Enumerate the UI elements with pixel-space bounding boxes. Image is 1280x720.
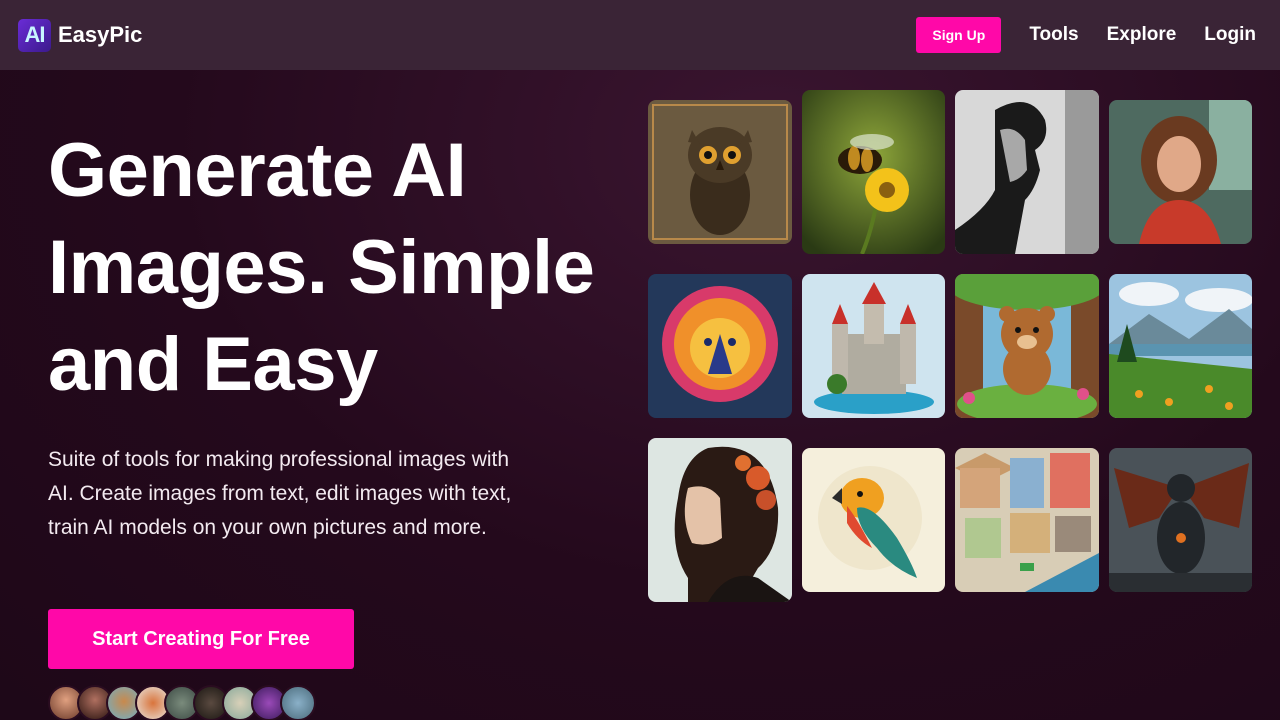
parrot-image[interactable] xyxy=(802,448,945,592)
avatar xyxy=(280,685,316,720)
hero-title-line: and Easy xyxy=(48,322,378,407)
bear-icon xyxy=(955,274,1099,418)
navbar: AI EasyPic Sign Up Tools Explore Login xyxy=(0,0,1280,70)
nav-link-explore[interactable]: Explore xyxy=(1107,24,1177,46)
user-avatars xyxy=(48,685,316,720)
woman-portrait-image[interactable] xyxy=(1109,100,1252,244)
brand-name: EasyPic xyxy=(58,22,143,47)
owl-icon xyxy=(648,100,792,244)
nav-link-tools[interactable]: Tools xyxy=(1029,24,1078,46)
bee-icon xyxy=(802,90,945,254)
woman-portrait-icon xyxy=(1109,100,1252,244)
castle-image[interactable] xyxy=(802,274,945,418)
city-icon xyxy=(955,448,1099,592)
castle-icon xyxy=(802,274,945,418)
nav-link-login[interactable]: Login xyxy=(1204,24,1256,46)
hero-description: Suite of tools for making professional i… xyxy=(48,448,512,539)
dragon-icon xyxy=(1109,448,1252,592)
landscape-icon xyxy=(1109,274,1252,418)
dragon-image[interactable] xyxy=(1109,448,1252,592)
floral-woman-image[interactable] xyxy=(648,438,792,602)
brand[interactable]: AI EasyPic xyxy=(18,18,143,52)
logo-icon: AI xyxy=(18,18,51,52)
start-creating-button[interactable]: Start Creating For Free xyxy=(48,609,354,669)
lion-image[interactable] xyxy=(648,274,792,418)
landscape-image[interactable] xyxy=(1109,274,1252,418)
city-image[interactable] xyxy=(955,448,1099,592)
nav-menu: Sign Up Tools Explore Login xyxy=(916,17,1256,53)
bw-profile-icon xyxy=(955,90,1099,254)
bee-image[interactable] xyxy=(802,90,945,254)
signup-button[interactable]: Sign Up xyxy=(916,17,1002,53)
bear-image[interactable] xyxy=(955,274,1099,418)
hero-title-line: Generate AI xyxy=(48,128,467,213)
owl-image[interactable] xyxy=(648,100,792,244)
bw-profile-image[interactable] xyxy=(955,90,1099,254)
hero-title-line: Images. Simple xyxy=(48,225,595,310)
lion-icon xyxy=(648,274,792,418)
hero-title: Generate AI Images. Simple and Easy xyxy=(48,122,608,413)
parrot-icon xyxy=(802,448,945,592)
floral-woman-icon xyxy=(648,438,792,602)
